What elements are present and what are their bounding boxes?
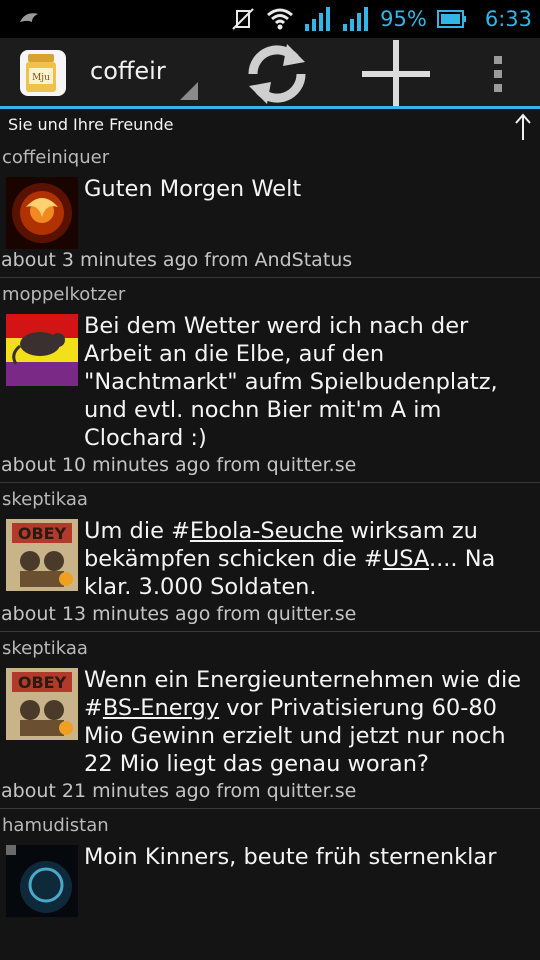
account-selector-label[interactable]: coffeir — [90, 57, 180, 85]
app-logo-icon[interactable]: Mju — [18, 48, 68, 98]
svg-text:OBEY: OBEY — [18, 673, 67, 692]
post-body: Moin Kinners, beute früh sternenklar — [84, 844, 497, 870]
battery-icon — [436, 10, 466, 28]
wifi-icon — [267, 8, 294, 30]
spinner-dropdown-icon[interactable] — [180, 82, 198, 100]
timeline-item[interactable]: moppelkotzer Bei dem Wetter werd ich nac… — [0, 278, 540, 483]
timeline-item[interactable]: skeptikaa OBEY Wenn ein Energieunternehm… — [0, 632, 540, 809]
hashtag-link[interactable]: USA — [383, 546, 429, 572]
hashtag-link[interactable]: Ebola-Seuche — [190, 518, 343, 544]
clock: 6:33 — [484, 7, 532, 31]
avatar[interactable] — [6, 314, 78, 386]
refresh-icon — [248, 44, 306, 104]
scroll-to-top-icon[interactable] — [514, 113, 532, 141]
avatar[interactable]: OBEY — [6, 519, 78, 591]
author-name[interactable]: coffeiniquer — [0, 141, 540, 171]
overflow-menu-icon — [494, 56, 502, 64]
avatar[interactable] — [6, 845, 78, 917]
notification-bird-icon — [20, 13, 38, 22]
post-meta: about 13 minutes ago from quitter.se — [1, 603, 357, 625]
vibrate-off-icon — [232, 8, 254, 30]
timeline-list[interactable]: coffeiniquer Guten Morgen Welt about 3 m… — [0, 141, 540, 960]
author-name[interactable]: skeptikaa — [0, 483, 540, 513]
signal-strength-2-icon — [343, 7, 369, 31]
timeline-item[interactable]: skeptikaa OBEY Um die #Ebola-Seuche wirk… — [0, 483, 540, 632]
timeline-header: Sie und Ihre Freunde — [0, 109, 540, 141]
add-button[interactable] — [356, 40, 436, 108]
avatar[interactable]: OBEY — [6, 668, 78, 740]
hashtag-link[interactable]: BS-Energy — [103, 695, 219, 721]
svg-text:OBEY: OBEY — [18, 524, 67, 543]
post-body: Guten Morgen Welt — [84, 176, 302, 202]
overflow-menu-button[interactable] — [474, 40, 522, 108]
post-body: Um die #Ebola-Seuche wirksam zu bekämpfe… — [84, 518, 496, 600]
timeline-title: Sie und Ihre Freunde — [8, 115, 174, 134]
post-body: Wenn ein Energieunternehmen wie die #BS-… — [84, 667, 522, 777]
post-meta: about 10 minutes ago from quitter.se — [1, 454, 357, 476]
author-name[interactable]: hamudistan — [0, 809, 540, 839]
add-icon — [362, 40, 430, 108]
post-body: Bei dem Wetter werd ich nach der Arbeit … — [84, 313, 498, 451]
battery-percent: 95% — [380, 7, 427, 31]
action-bar: Mju coffeir — [0, 38, 540, 108]
status-bar: 95% 6:33 — [0, 0, 540, 38]
timeline-item[interactable]: coffeiniquer Guten Morgen Welt about 3 m… — [0, 141, 540, 278]
post-meta: about 3 minutes ago from AndStatus — [1, 249, 353, 271]
app-logo-text: Mju — [32, 73, 50, 83]
signal-strength-icon — [305, 7, 331, 31]
author-name[interactable]: skeptikaa — [0, 632, 540, 662]
refresh-button[interactable] — [238, 40, 316, 108]
post-meta: about 21 minutes ago from quitter.se — [1, 780, 357, 802]
timeline-item[interactable]: hamudistan Moin Kinners, beute früh ster… — [0, 809, 540, 917]
avatar[interactable] — [6, 177, 78, 249]
author-name[interactable]: moppelkotzer — [0, 278, 540, 308]
